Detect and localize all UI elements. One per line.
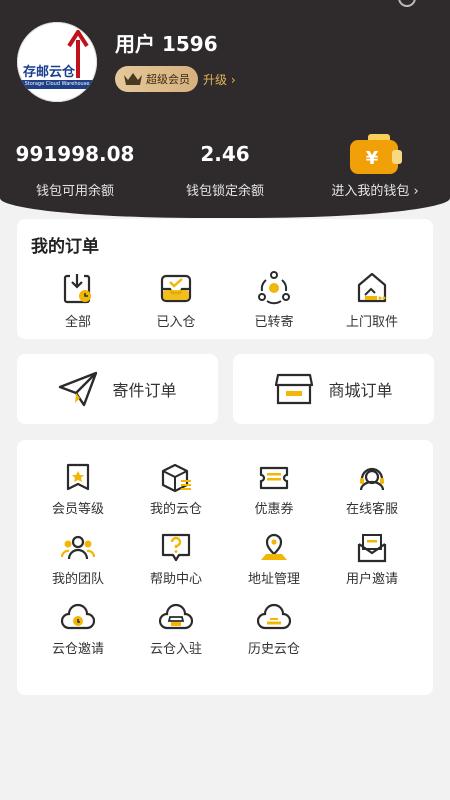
crown-icon [124, 73, 142, 85]
send-order-card[interactable]: 寄件订单 [17, 354, 218, 424]
service-cloud-settle-in[interactable]: 云仓入驻 [131, 602, 221, 657]
help-center-icon [161, 533, 191, 562]
customer-service-icon [359, 467, 385, 491]
locked-balance-label: 钱包锁定余额 [185, 184, 264, 199]
available-balance-label: 钱包可用余额 [35, 184, 114, 199]
order-tab-all[interactable]: 全部 [43, 271, 113, 330]
member-level-icon [66, 463, 90, 491]
mall-order-label: 商城订单 [328, 381, 393, 400]
all-orders-icon [63, 274, 91, 304]
inbox-tray-icon [160, 274, 192, 303]
order-tab-label: 已转寄 [254, 315, 294, 330]
service-my-team[interactable]: 我的团队 [33, 532, 123, 587]
service-label: 用户邀请 [345, 572, 398, 587]
cloud-history-icon [257, 603, 291, 630]
order-tab-label: 已入仓 [156, 315, 196, 330]
avatar[interactable]: 存邮云仓 Storage Cloud Warehouse [17, 22, 97, 102]
available-balance-value: 991998.08 [15, 142, 135, 166]
upgrade-link[interactable]: 升级 › [203, 71, 236, 88]
service-label: 会员等级 [51, 502, 104, 517]
my-orders-title: 我的订单 [31, 237, 99, 257]
username: 用户 1596 [115, 32, 218, 56]
cloud-invite-icon [61, 603, 95, 630]
svg-text:¥: ¥ [366, 148, 379, 169]
settings-corner-icon[interactable] [394, 0, 420, 12]
coupon-icon [259, 466, 289, 490]
service-cloud-history[interactable]: 历史云仓 [229, 602, 319, 657]
home-pickup-icon [357, 272, 387, 303]
send-order-label: 寄件订单 [112, 381, 177, 400]
address-pin-icon [261, 533, 287, 560]
cloud-warehouse-box-icon [161, 463, 191, 493]
service-label: 帮助中心 [149, 572, 202, 587]
locked-balance-value: 2.46 [200, 142, 250, 166]
vip-label: 超级会员 [146, 73, 190, 86]
wallet-yuan-icon[interactable]: ¥ [348, 132, 404, 176]
service-label: 云仓入驻 [149, 642, 202, 657]
team-icon [61, 535, 95, 560]
order-tab-pickup[interactable]: 上门取件 [337, 271, 407, 330]
service-label: 优惠券 [254, 502, 294, 517]
service-label: 地址管理 [247, 572, 300, 587]
service-coupon[interactable]: 优惠券 [229, 462, 319, 517]
my-orders-card: 我的订单 全部 已入仓 已转寄 上门取件 [17, 219, 433, 339]
vip-badge[interactable]: 超级会员 [115, 66, 198, 92]
service-label: 我的团队 [51, 572, 104, 587]
service-cloud-invite[interactable]: 云仓邀请 [33, 602, 123, 657]
storefront-icon [275, 373, 314, 405]
profile-header: 存邮云仓 Storage Cloud Warehouse 用户 1596 超级会… [0, 0, 450, 218]
service-online-support[interactable]: 在线客服 [327, 462, 417, 517]
forward-cycle-icon [258, 271, 290, 305]
paper-plane-icon [59, 371, 98, 407]
order-tab-warehoused[interactable]: 已入仓 [141, 271, 211, 330]
service-member-level[interactable]: 会员等级 [33, 462, 123, 517]
cloud-shop-icon [159, 603, 193, 630]
service-label: 历史云仓 [247, 642, 300, 657]
order-tab-label: 上门取件 [345, 315, 398, 330]
mall-order-card[interactable]: 商城订单 [233, 354, 434, 424]
service-my-cloud-warehouse[interactable]: 我的云仓 [131, 462, 221, 517]
avatar-logo-text: 存邮云仓 [23, 65, 76, 80]
enter-wallet-link[interactable]: 进入我的钱包 › [325, 180, 425, 199]
service-label: 在线客服 [345, 502, 398, 517]
invite-envelope-icon [357, 534, 387, 563]
service-address-management[interactable]: 地址管理 [229, 532, 319, 587]
service-user-invite[interactable]: 用户邀请 [327, 532, 417, 587]
order-tab-forwarded[interactable]: 已转寄 [239, 271, 309, 330]
services-card: 会员等级 我的云仓 优惠券 在线客服 我的团队 帮助中心 地址管理 用户邀请 云… [17, 440, 433, 695]
service-label: 我的云仓 [149, 502, 202, 517]
service-help-center[interactable]: 帮助中心 [131, 532, 221, 587]
avatar-logo-sub: Storage Cloud Warehouse [21, 80, 93, 89]
order-tab-label: 全部 [64, 315, 91, 330]
service-label: 云仓邀请 [51, 642, 104, 657]
